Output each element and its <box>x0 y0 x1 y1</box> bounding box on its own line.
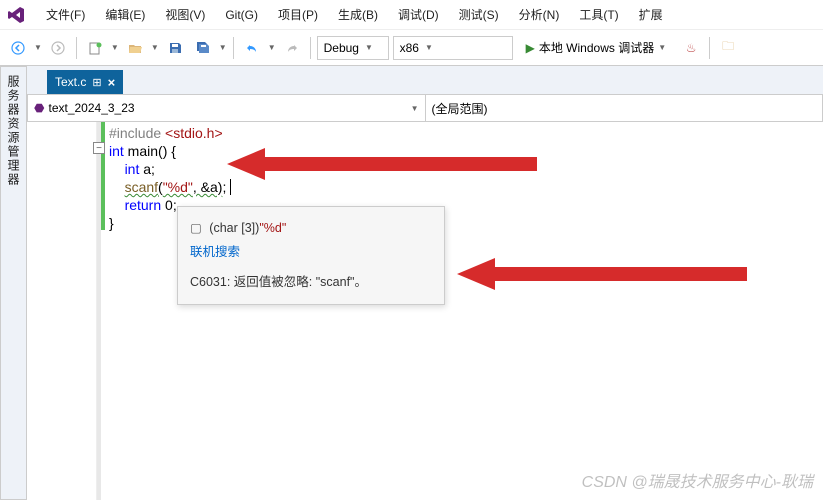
undo-button[interactable] <box>240 36 264 60</box>
fire-icon: ♨ <box>686 41 697 55</box>
code-token: } <box>109 215 114 231</box>
tooltip-type: (char [3]) <box>209 221 259 235</box>
code-editor[interactable]: − #include <stdio.h> int main() { int a;… <box>27 122 823 500</box>
save-button[interactable] <box>163 36 187 60</box>
menu-test[interactable]: 测试(S) <box>449 2 509 27</box>
code-token: int <box>109 143 124 159</box>
scope-dropdown[interactable]: (全局范围) <box>426 95 823 121</box>
close-icon[interactable]: × <box>108 75 116 90</box>
menu-bar: 文件(F) 编辑(E) 视图(V) Git(G) 项目(P) 生成(B) 调试(… <box>0 0 823 30</box>
menu-debug[interactable]: 调试(D) <box>388 2 449 27</box>
change-bar <box>101 122 105 230</box>
code-token: <stdio.h> <box>165 125 223 141</box>
chevron-down-icon[interactable]: ▼ <box>151 43 159 52</box>
watermark: CSDN @瑞晟技术服务中心-耿瑞 <box>582 468 813 492</box>
configuration-value: Debug <box>324 41 359 55</box>
redo-button[interactable] <box>280 36 304 60</box>
annotation-arrow-top <box>227 142 547 186</box>
code-token: 0; <box>161 197 177 213</box>
gutter <box>27 122 97 500</box>
hot-reload-button[interactable]: ♨ <box>679 36 703 60</box>
menu-project[interactable]: 项目(P) <box>268 2 328 27</box>
navigation-bar: ⬣ text_2024_3_23 ▼ (全局范围) <box>27 94 823 122</box>
file-tab[interactable]: Text.c ⊞ × <box>47 70 123 94</box>
annotation-arrow-bottom <box>457 252 757 296</box>
pin-icon[interactable]: ⊞ <box>92 76 101 89</box>
chevron-down-icon: ▼ <box>411 104 419 113</box>
chevron-down-icon[interactable]: ▼ <box>34 43 42 52</box>
outline-toggle[interactable]: − <box>93 142 105 154</box>
quickinfo-tooltip: ▢ (char [3])"%d" 联机搜索 C6031: 返回值被忽略: "sc… <box>177 206 445 305</box>
browse-button[interactable]: 🗀 <box>716 36 740 60</box>
code-token: #include <box>109 125 165 141</box>
tooltip-value: "%d" <box>259 221 286 235</box>
server-explorer-tab[interactable]: 服务器资源管理器 <box>0 66 27 500</box>
code-token: int <box>125 161 140 177</box>
menu-git[interactable]: Git(G) <box>215 4 268 26</box>
scope-value: (全局范围) <box>432 100 488 117</box>
nav-forward-button[interactable] <box>46 36 70 60</box>
chevron-down-icon: ▼ <box>365 43 373 52</box>
code-token: a; <box>139 161 155 177</box>
debugger-label: 本地 Windows 调试器 <box>539 39 654 56</box>
menu-build[interactable]: 生成(B) <box>328 2 388 27</box>
start-debugging-button[interactable]: ▶ 本地 Windows 调试器 ▼ <box>517 36 676 60</box>
menu-file[interactable]: 文件(F) <box>36 2 95 27</box>
menu-tools[interactable]: 工具(T) <box>569 2 628 27</box>
tab-filename: Text.c <box>55 75 86 89</box>
online-search-link[interactable]: 联机搜索 <box>190 241 432 265</box>
menu-view[interactable]: 视图(V) <box>155 2 215 27</box>
vs-logo-icon <box>4 3 28 27</box>
toolbar: ▼ ▼ ▼ ▼ ▼ Debug ▼ x86 ▼ ▶ 本地 Windows 调试器… <box>0 30 823 66</box>
menu-edit[interactable]: 编辑(E) <box>95 2 155 27</box>
tooltip-warning: C6031: 返回值被忽略: "scanf"。 <box>190 271 432 295</box>
code-token: main() { <box>124 143 176 159</box>
platform-value: x86 <box>400 41 419 55</box>
configuration-combo[interactable]: Debug ▼ <box>317 36 389 60</box>
new-item-button[interactable] <box>83 36 107 60</box>
folder-icon: 🗀 <box>722 37 734 58</box>
tab-row: Text.c ⊞ × <box>27 66 823 94</box>
play-icon: ▶ <box>526 41 535 55</box>
menu-analyze[interactable]: 分析(N) <box>509 2 570 27</box>
open-button[interactable] <box>123 36 147 60</box>
menu-extensions[interactable]: 扩展 <box>629 2 673 27</box>
tooltip-definition: ▢ (char [3])"%d" <box>190 217 432 241</box>
chevron-down-icon[interactable]: ▼ <box>268 43 276 52</box>
platform-combo[interactable]: x86 ▼ <box>393 36 513 60</box>
chevron-down-icon[interactable]: ▼ <box>219 43 227 52</box>
code-scanf-call: scanf("%d", &a) <box>125 179 223 195</box>
save-all-button[interactable] <box>191 36 215 60</box>
chevron-down-icon: ▼ <box>658 43 666 52</box>
project-dropdown[interactable]: ⬣ text_2024_3_23 ▼ <box>28 95 426 121</box>
definition-icon: ▢ <box>190 221 202 235</box>
chevron-down-icon[interactable]: ▼ <box>111 43 119 52</box>
project-name: text_2024_3_23 <box>48 101 134 115</box>
project-icon: ⬣ <box>34 101 44 115</box>
code-token: return <box>125 197 162 213</box>
chevron-down-icon: ▼ <box>425 43 433 52</box>
nav-back-button[interactable] <box>6 36 30 60</box>
editor-area: Text.c ⊞ × ⬣ text_2024_3_23 ▼ (全局范围) − #i… <box>27 66 823 500</box>
